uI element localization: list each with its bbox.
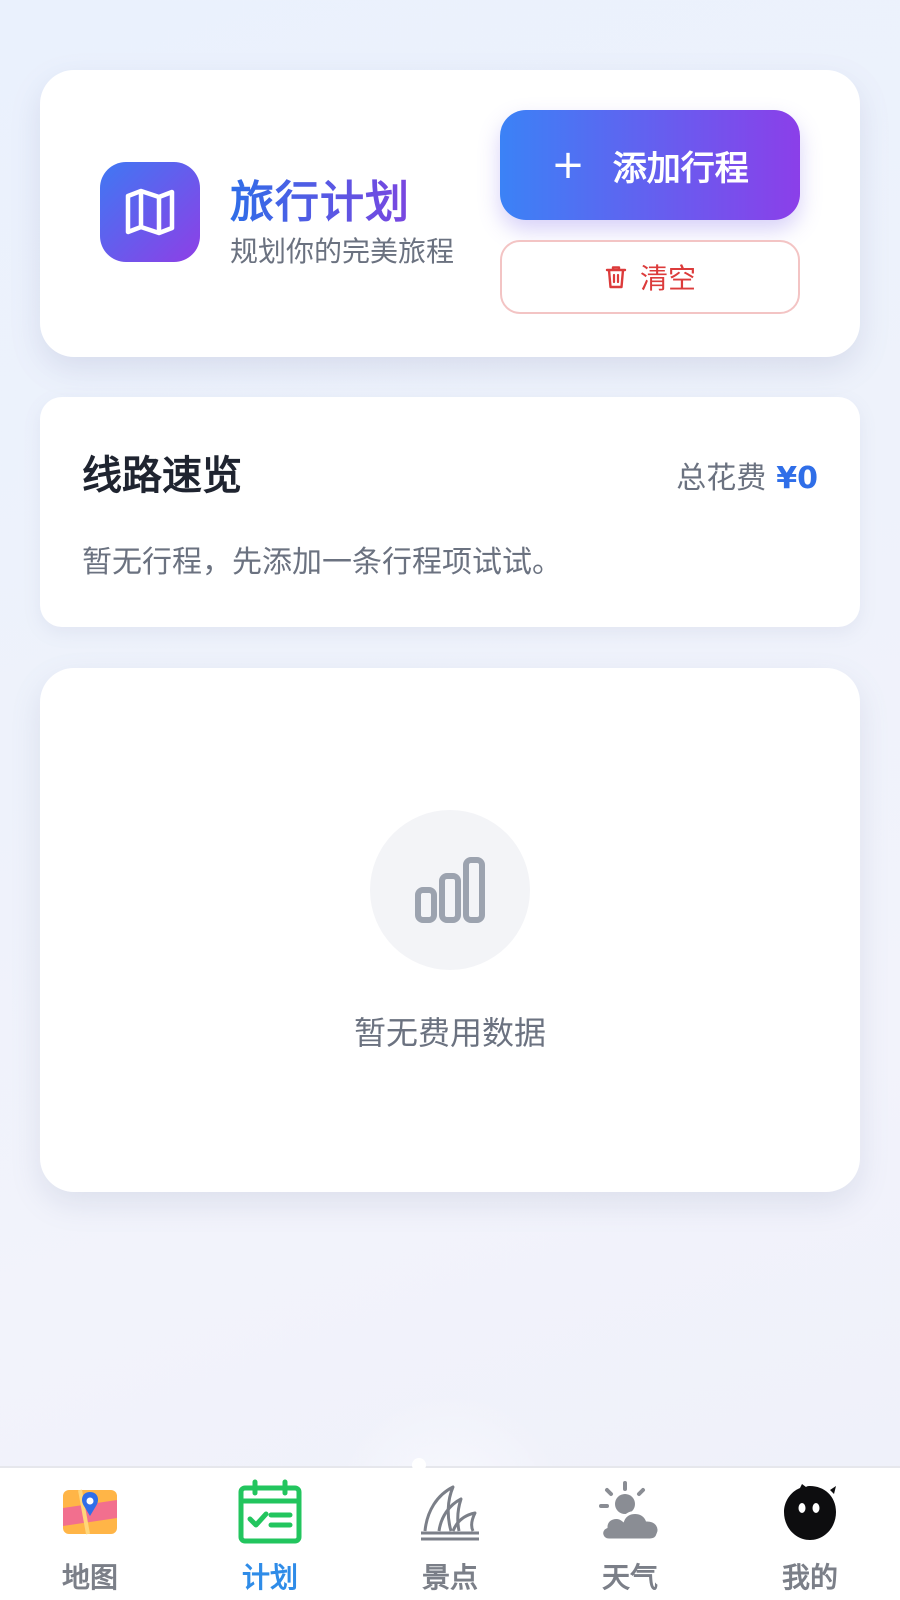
calendar-check-icon — [234, 1476, 306, 1548]
tab-map-label: 地图 — [61, 1561, 118, 1594]
tab-plan-label: 计划 — [241, 1561, 298, 1594]
clear-label: 清空 — [639, 262, 696, 295]
chart-empty-text: 暂无费用数据 — [353, 1014, 546, 1052]
bar-chart-icon — [415, 857, 485, 923]
clear-button[interactable]: 清空 — [500, 240, 800, 314]
page-subtitle: 规划你的完美旅程 — [230, 235, 455, 268]
tab-attractions[interactable]: 景点 — [360, 1476, 540, 1596]
tab-plan[interactable]: 计划 — [180, 1476, 360, 1596]
tab-profile-label: 我的 — [781, 1561, 838, 1594]
tab-weather[interactable]: 天气 — [540, 1476, 720, 1596]
plan-header-card: 旅行计划 规划你的完美旅程 + 添加行程 清空 — [40, 70, 860, 357]
page-title: 旅行计划 — [230, 166, 410, 230]
opera-house-icon — [414, 1476, 486, 1548]
plus-icon: + — [551, 142, 585, 188]
map-icon — [100, 162, 200, 262]
total-cost-label: 总花费 — [676, 461, 767, 496]
bottom-tab-bar: 地图 计划 景点 天气 我的 — [0, 1466, 900, 1600]
add-itinerary-button[interactable]: + 添加行程 — [500, 110, 800, 220]
tab-attractions-label: 景点 — [421, 1561, 478, 1594]
total-cost: 总花费 ¥0 — [676, 453, 818, 497]
tab-weather-label: 天气 — [601, 1561, 658, 1594]
route-title: 线路速览 — [82, 453, 242, 499]
add-itinerary-label: 添加行程 — [612, 148, 749, 189]
trash-icon — [605, 266, 627, 289]
route-empty-text: 暂无行程，先添加一条行程项试试。 — [82, 545, 562, 580]
total-cost-amount: ¥0 — [776, 461, 818, 496]
cost-chart-card: 暂无费用数据 — [40, 668, 860, 1192]
sun-cloud-icon — [594, 1476, 666, 1548]
chart-placeholder — [370, 810, 530, 970]
route-overview-card: 线路速览 总花费 ¥0 暂无行程，先添加一条行程项试试。 — [40, 397, 860, 627]
tab-map[interactable]: 地图 — [0, 1476, 180, 1596]
avatar-icon — [774, 1476, 846, 1548]
map-pin-icon — [54, 1476, 126, 1548]
tab-profile[interactable]: 我的 — [720, 1476, 900, 1596]
tab-indicator-dot — [412, 1458, 426, 1472]
